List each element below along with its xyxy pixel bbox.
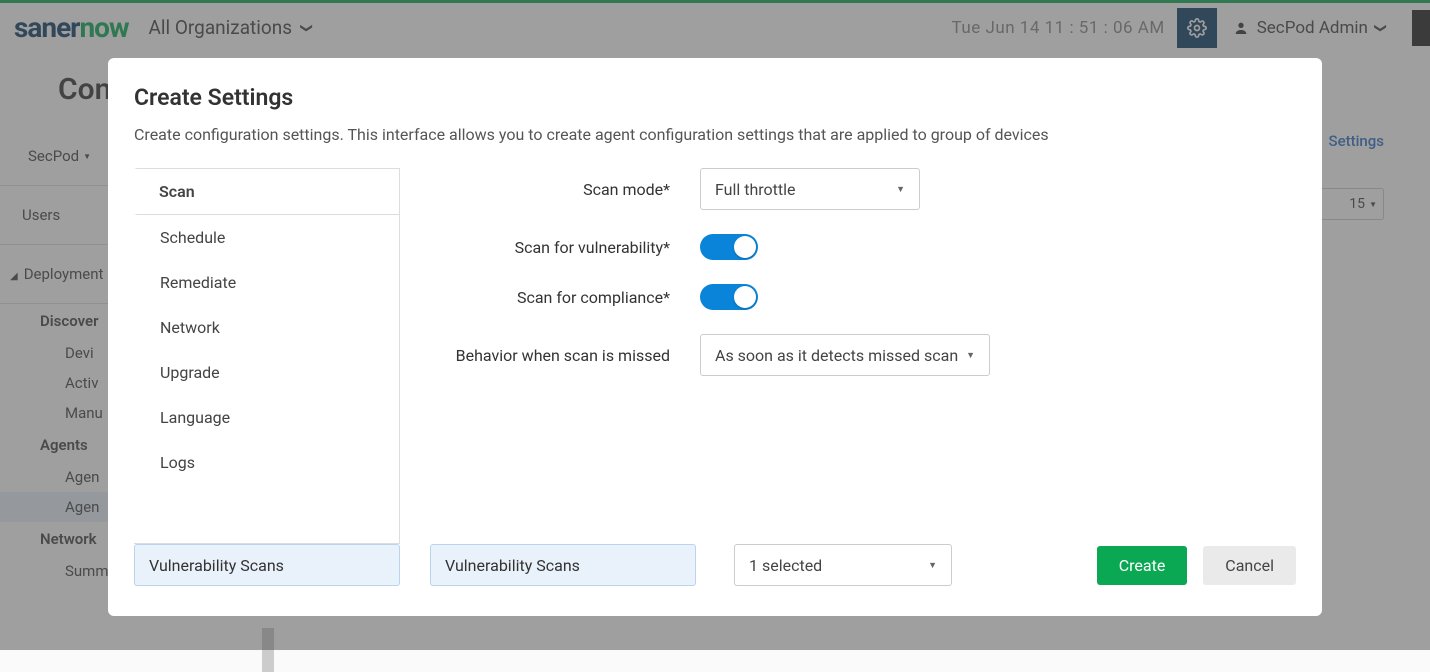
settings-tabs: Scan Schedule Remediate Network Upgrade …	[134, 168, 400, 544]
create-button[interactable]: Create	[1097, 546, 1188, 585]
modal-body: Scan Schedule Remediate Network Upgrade …	[134, 168, 1296, 544]
create-settings-modal: Create Settings Create configuration set…	[108, 58, 1322, 616]
tab-network[interactable]: Network	[134, 305, 399, 350]
scan-mode-select[interactable]: Full throttle ▼	[700, 168, 920, 210]
footer-actions: Create Cancel	[1097, 546, 1296, 585]
settings-form: Scan mode* Full throttle ▼ Scan for vuln…	[420, 168, 1296, 544]
missed-behavior-select[interactable]: As soon as it detects missed scan ▼	[700, 334, 990, 376]
tab-schedule[interactable]: Schedule	[134, 215, 399, 260]
tab-logs[interactable]: Logs	[134, 440, 399, 485]
cancel-button[interactable]: Cancel	[1203, 546, 1296, 585]
modal-footer: Vulnerability Scans Vulnerability Scans …	[134, 544, 1296, 586]
tab-remediate[interactable]: Remediate	[134, 260, 399, 305]
scan-vulnerability-toggle[interactable]	[700, 234, 758, 260]
group-multiselect[interactable]: 1 selected ▼	[734, 544, 952, 586]
modal-title: Create Settings	[134, 84, 1296, 111]
toggle-knob	[734, 286, 756, 308]
caret-down-icon: ▼	[896, 184, 905, 195]
form-row-scan-mode: Scan mode* Full throttle ▼	[420, 168, 1296, 210]
tab-upgrade[interactable]: Upgrade	[134, 350, 399, 395]
scan-mode-value: Full throttle	[715, 180, 796, 199]
caret-down-icon: ▼	[928, 560, 937, 571]
missed-behavior-label: Behavior when scan is missed	[420, 346, 700, 365]
missed-behavior-value: As soon as it detects missed scan	[715, 346, 958, 365]
settings-desc-input[interactable]: Vulnerability Scans	[430, 544, 696, 586]
modal-description: Create configuration settings. This inte…	[134, 125, 1296, 144]
form-row-missed-behavior: Behavior when scan is missed As soon as …	[420, 334, 1296, 376]
form-row-scan-vulnerability: Scan for vulnerability*	[420, 234, 1296, 260]
scan-compliance-label: Scan for compliance*	[420, 288, 700, 307]
caret-down-icon: ▼	[966, 350, 975, 361]
toggle-knob	[734, 236, 756, 258]
scan-mode-label: Scan mode*	[420, 180, 700, 199]
scan-vulnerability-label: Scan for vulnerability*	[420, 238, 700, 257]
settings-name-input[interactable]: Vulnerability Scans	[134, 544, 400, 586]
group-select-value: 1 selected	[749, 556, 822, 575]
scan-compliance-toggle[interactable]	[700, 284, 758, 310]
form-row-scan-compliance: Scan for compliance*	[420, 284, 1296, 310]
tab-language[interactable]: Language	[134, 395, 399, 440]
tab-scan[interactable]: Scan	[134, 168, 399, 215]
